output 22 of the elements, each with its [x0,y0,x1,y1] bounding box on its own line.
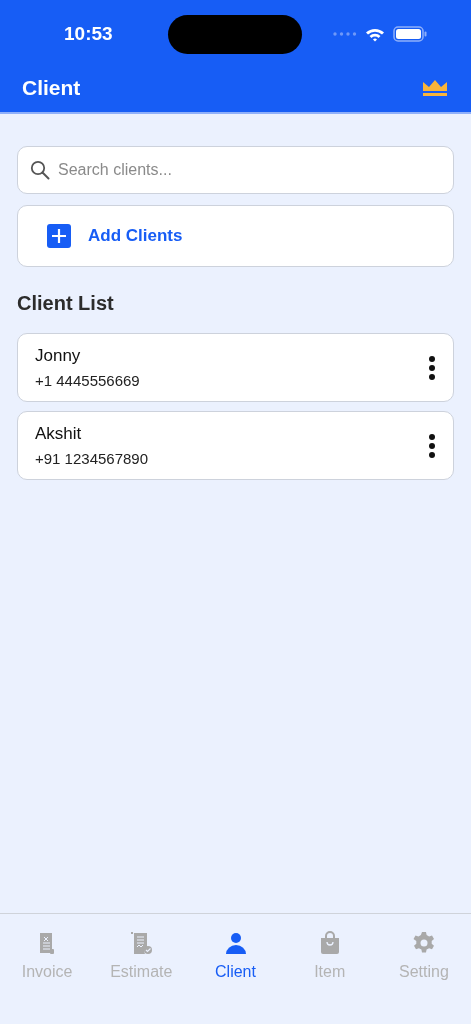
client-name: Akshit [35,424,83,444]
person-icon [223,931,248,955]
client-phone: +1 4445556669 [35,372,140,389]
status-time: 10:53 [64,23,114,45]
more-icon[interactable] [428,432,436,459]
add-clients-button[interactable]: Add Clients [17,205,454,267]
client-card[interactable]: Jonny +1 4445556669 [17,333,454,402]
section-title: Client List [17,292,115,315]
battery-icon [393,26,427,42]
signal-icon [333,32,357,36]
tab[interactable]: Client [188,931,283,981]
wifi-icon [365,26,385,42]
receipt-icon [129,931,154,955]
more-icon[interactable] [428,354,436,381]
client-card[interactable]: Akshit +91 1234567890 [17,411,454,480]
plus-icon [47,224,71,248]
crown-icon[interactable] [422,79,448,97]
client-name: Jonny [35,346,82,366]
screen-title: Client [22,76,81,100]
settings-icon [411,931,436,955]
search-field[interactable]: Search clients... [17,146,454,194]
client-phone: +91 1234567890 [35,450,149,467]
